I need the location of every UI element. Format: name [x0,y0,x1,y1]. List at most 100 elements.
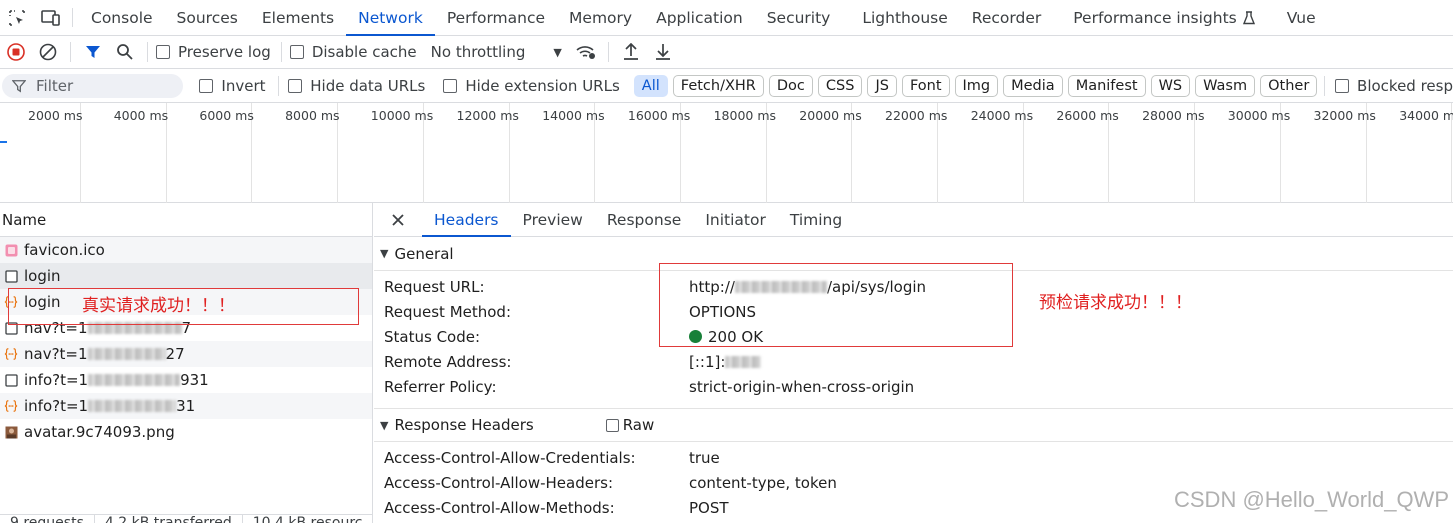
filter-input[interactable]: Filter [2,73,184,98]
inspect-element-icon[interactable] [0,0,34,35]
tab-console[interactable]: Console [79,0,165,35]
request-row[interactable]: info?t=1 31 [0,393,372,419]
general-section-title: General [394,244,454,263]
details-tab-initiator[interactable]: Initiator [693,203,778,236]
blocked-response-cookies-checkbox[interactable]: Blocked resp [1335,77,1453,95]
referrer-policy-label: Referrer Policy: [384,377,497,396]
type-filter-all[interactable]: All [633,74,668,97]
type-filter-wasm[interactable]: Wasm [1195,74,1256,97]
tab-memory[interactable]: Memory [557,0,644,35]
type-filter-css[interactable]: CSS [817,74,863,97]
status-code-label: Status Code: [384,327,481,346]
tab-network[interactable]: Network [346,0,435,36]
details-tab-headers[interactable]: Headers [422,203,511,237]
xhr-icon [4,399,18,413]
tabbar-divider [72,8,73,27]
filter-bar: Filter Invert Hide data URLs Hide extens… [0,69,1453,103]
checkbox-box[interactable] [156,45,170,59]
tab-lighthouse[interactable]: Lighthouse [850,0,959,35]
checkbox-box[interactable] [199,78,214,93]
preserve-log-checkbox[interactable]: Preserve log [156,43,271,61]
network-overview-timeline[interactable]: 2000 ms 4000 ms 6000 ms 8000 ms 10000 ms 1200… [0,103,1453,203]
details-tab-response[interactable]: Response [595,203,693,236]
record-icon[interactable] [0,36,32,69]
remote-address-value: [::1]: [689,353,762,371]
timeline-gridline [0,103,1453,203]
tab-performance-insights[interactable]: Performance insights [1061,0,1274,35]
checkbox-box[interactable] [289,45,304,59]
request-name: nav?t=1 [24,345,88,363]
toolbar-divider [280,42,282,62]
hide-data-urls-label: Hide data URLs [310,76,426,95]
request-row[interactable]: avatar.9c74093.png [0,419,372,445]
request-row[interactable]: nav?t=1 27 [0,341,372,367]
search-icon[interactable] [109,36,141,69]
watermark: CSDN @Hello_World_QWP [1174,487,1449,512]
toolbar-divider [277,75,279,96]
checkbox-box[interactable] [288,78,303,93]
type-filter-font[interactable]: Font [901,74,950,97]
type-filter-ws[interactable]: WS [1150,74,1191,97]
request-list: Name favicon.ico login login nav?t=1 7 nav?t=… [0,203,373,523]
response-header-name: Access-Control-Allow-Methods: [384,498,615,517]
image-icon [4,425,18,439]
hide-extension-urls-checkbox[interactable]: Hide extension URLs [443,77,620,95]
request-row[interactable]: info?t=1 931 [0,367,372,393]
type-filter-manifest[interactable]: Manifest [1067,74,1146,97]
type-filter-fetch-xhr[interactable]: Fetch/XHR [672,74,764,97]
response-header-value: content-type, token [689,473,837,492]
type-filter-doc[interactable]: Doc [768,74,813,97]
request-url-label: Request URL: [384,277,485,296]
response-header-name: Access-Control-Allow-Credentials: [384,448,636,467]
tab-sources[interactable]: Sources [165,0,250,35]
device-toolbar-icon[interactable] [34,0,68,35]
request-name-suffix: 931 [180,371,209,389]
blocked-label: Blocked resp [1357,76,1453,95]
import-har-icon[interactable] [615,36,647,69]
type-filter-media[interactable]: Media [1003,74,1063,97]
timeline-tick-label: 34000 ms [1399,108,1453,123]
tab-performance[interactable]: Performance [435,0,557,35]
request-name: favicon.ico [24,241,105,259]
tab-elements[interactable]: Elements [250,0,346,35]
raw-headers-checkbox[interactable]: Raw [605,416,654,434]
checkbox-box[interactable] [1335,78,1350,93]
request-row[interactable]: favicon.ico [0,237,372,263]
tab-application[interactable]: Application [644,0,755,35]
redacted-timestamp [88,400,177,412]
invert-checkbox[interactable]: Invert [199,77,266,95]
checkbox-box[interactable] [605,418,619,432]
filter-placeholder: Filter [36,76,74,95]
details-tabbar: Headers Preview Response Initiator Timin… [374,203,1453,237]
resources-size: 10.4 kB resourc [252,515,363,523]
filter-icon [12,79,26,93]
name-column-header[interactable]: Name [0,203,372,237]
request-row[interactable]: login [0,263,372,289]
request-details-panel: Headers Preview Response Initiator Timin… [374,203,1453,523]
tab-vue[interactable]: Vue [1275,0,1328,35]
response-headers-section-header[interactable]: ▼ Response Headers Raw [374,408,1453,442]
hide-data-urls-checkbox[interactable]: Hide data URLs [288,77,425,95]
throttling-select[interactable]: No throttling ▼ [431,43,562,61]
response-headers-title: Response Headers [394,416,534,434]
request-name-suffix: 31 [176,397,196,415]
checkbox-box[interactable] [443,78,458,93]
tab-security[interactable]: Security [755,0,851,35]
filter-funnel-icon[interactable] [77,36,109,69]
details-tab-timing[interactable]: Timing [778,203,854,236]
response-header-value: POST [689,498,729,517]
close-icon[interactable] [374,203,422,236]
request-name: login [24,267,61,285]
type-filter-img[interactable]: Img [954,74,999,97]
clear-icon[interactable] [32,36,64,69]
referrer-policy-value: strict-origin-when-cross-origin [689,377,915,396]
disable-cache-checkbox[interactable]: Disable cache [289,43,417,61]
export-har-icon[interactable] [647,36,679,69]
annotation-real-request: 真实请求成功！！！ [82,296,235,316]
type-filter-other[interactable]: Other [1260,74,1318,97]
xhr-icon [4,347,18,361]
type-filter-js[interactable]: JS [867,74,897,97]
tab-recorder[interactable]: Recorder [960,0,1061,35]
network-conditions-icon[interactable] [570,36,602,69]
details-tab-preview[interactable]: Preview [511,203,595,236]
